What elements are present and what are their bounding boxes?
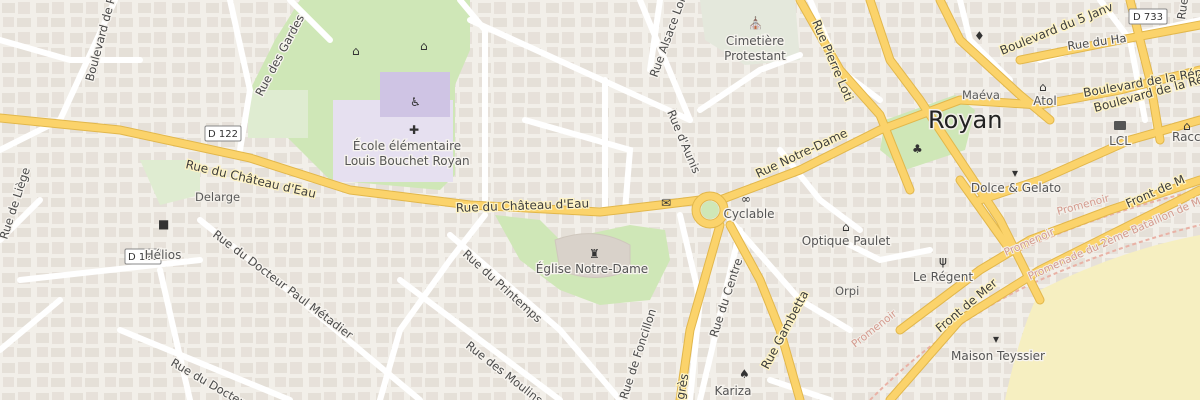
- bank-icon: [1114, 121, 1126, 130]
- bus-stop-icon: ■: [158, 217, 169, 231]
- poi-orpi[interactable]: Orpi: [834, 283, 861, 300]
- road-shield-d122-north: D 122: [204, 125, 242, 142]
- svg-text:Optique Paulet: Optique Paulet: [802, 234, 891, 248]
- poi-maeva[interactable]: Maéva: [961, 87, 1001, 104]
- church-icon: ♜: [589, 247, 600, 261]
- poi-delarge[interactable]: Delarge: [194, 189, 242, 206]
- shop-icon: ⌂: [1039, 80, 1047, 94]
- svg-text:Kariza: Kariza: [715, 384, 752, 398]
- roundabout-island: [701, 201, 719, 219]
- svg-text:Cyclable: Cyclable: [723, 207, 774, 221]
- svg-text:Louis Bouchet Royan: Louis Bouchet Royan: [344, 154, 469, 168]
- svg-text:LCL: LCL: [1109, 134, 1131, 148]
- cemetery-icon: ⛪: [748, 15, 763, 30]
- svg-text:Église Notre-Dame: Église Notre-Dame: [536, 261, 648, 276]
- shop-icon: ⌂: [842, 220, 850, 234]
- svg-text:Atol: Atol: [1033, 94, 1056, 108]
- svg-text:Protestant: Protestant: [724, 49, 786, 63]
- school-icon: ✚: [409, 123, 419, 137]
- road-shield-d733: D 733: [1128, 8, 1168, 25]
- bicycle-icon: ∞: [741, 192, 751, 206]
- mail-icon: ✉: [661, 196, 671, 210]
- map-view[interactable]: Rue du Château d'Eau Rue du Château d'Ea…: [0, 0, 1200, 400]
- museum-icon: ⌂: [352, 44, 360, 58]
- svg-text:Dolce & Gelato: Dolce & Gelato: [971, 181, 1061, 195]
- city-label-royan[interactable]: Royan: [927, 105, 1004, 136]
- museum-icon-2: ⌂: [420, 39, 428, 53]
- accessible-icon: ♿: [410, 95, 421, 109]
- svg-text:École élémentaire: École élémentaire: [353, 138, 461, 153]
- ice-cream-icon: ▾: [1012, 166, 1018, 180]
- svg-text:Hélios: Hélios: [145, 248, 182, 262]
- clothes-icon: ♠: [739, 367, 750, 381]
- svg-text:D 122: D 122: [208, 129, 238, 140]
- park-block-area: [248, 90, 308, 138]
- svg-text:D 733: D 733: [1133, 12, 1163, 23]
- restaurant-icon: ψ: [939, 254, 947, 268]
- svg-text:Le Régent: Le Régent: [913, 270, 973, 284]
- ice-cream-icon: ▾: [993, 332, 999, 346]
- svg-text:Maison Teyssier: Maison Teyssier: [951, 349, 1045, 363]
- svg-text:Racco: Racco: [1172, 130, 1200, 144]
- map-canvas[interactable]: Rue du Château d'Eau Rue du Château d'Ea…: [0, 0, 1200, 400]
- tree-icon: ♣: [912, 142, 923, 156]
- svg-text:Cimetière: Cimetière: [726, 34, 784, 48]
- dentist-icon: ♦: [974, 29, 985, 43]
